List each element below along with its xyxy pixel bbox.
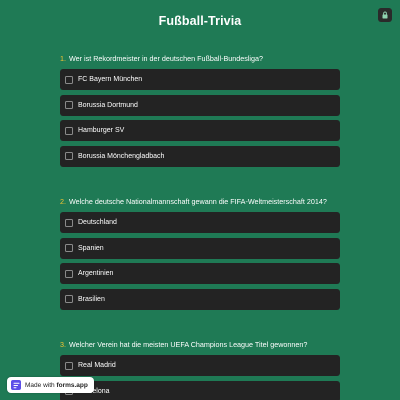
checkbox[interactable] xyxy=(65,269,73,278)
option-label: FC Bayern München xyxy=(78,76,143,83)
option-deutschland[interactable]: Deutschland xyxy=(60,212,340,233)
option-fc-bayern-muenchen[interactable]: FC Bayern München xyxy=(60,69,340,90)
question-label: Wer ist Rekordmeister in der deutschen F… xyxy=(69,54,264,63)
option-label: Brasilien xyxy=(78,295,105,303)
made-with-forms-app-badge[interactable]: Made with forms.app xyxy=(7,377,94,393)
badge-text: Made with forms.app xyxy=(25,382,88,389)
checkbox[interactable] xyxy=(65,244,73,253)
option-label: Deutschland xyxy=(78,219,117,226)
option-label: Borussia Mönchengladbach xyxy=(78,152,165,160)
option-label: Real Madrid xyxy=(78,362,116,369)
question-text: 3. Welcher Verein hat die meisten UEFA Ch… xyxy=(60,340,340,350)
question-number: 2. xyxy=(60,197,66,206)
question-label: Welche deutsche Nationalmannschaft gewan… xyxy=(69,197,327,206)
option-spanien[interactable]: Spanien xyxy=(60,237,340,259)
option-label: Spanien xyxy=(78,244,104,252)
option-argentinien[interactable]: Argentinien xyxy=(60,263,340,285)
checkbox[interactable] xyxy=(65,361,73,370)
page-title: Fußball-Trivia xyxy=(158,14,242,28)
question-text: 2. Welche deutsche Nationalmannschaft gew… xyxy=(60,197,340,207)
option-barcelona[interactable]: Barcelona xyxy=(60,380,340,400)
forms-app-logo-icon xyxy=(11,380,21,390)
question-1: 1. Wer ist Rekordmeister in der deutschen… xyxy=(60,54,340,171)
checkbox[interactable] xyxy=(65,218,73,227)
option-label: Hamburger SV xyxy=(78,127,125,135)
option-borussia-dortmund[interactable]: Borussia Dortmund xyxy=(60,94,340,116)
badge-prefix: Made with xyxy=(25,381,55,389)
question-2: 2. Welche deutsche Nationalmannschaft gew… xyxy=(60,197,340,314)
question-number: 1. xyxy=(60,54,66,63)
checkbox[interactable] xyxy=(65,75,73,84)
option-label: Argentinien xyxy=(78,270,114,278)
checkbox[interactable] xyxy=(65,295,73,304)
badge-brand: forms.app xyxy=(56,381,88,389)
question-text: 1. Wer ist Rekordmeister in der deutschen… xyxy=(60,54,340,64)
option-real-madrid[interactable]: Real Madrid xyxy=(60,355,340,376)
page: Fußball-Trivia 1. Wer ist Rekordmeister i… xyxy=(0,0,400,400)
checkbox[interactable] xyxy=(65,101,73,110)
option-brasilien[interactable]: Brasilien xyxy=(60,288,340,310)
option-label: Borussia Dortmund xyxy=(78,101,138,109)
option-hamburger-sv[interactable]: Hamburger SV xyxy=(60,120,340,142)
option-borussia-moenchengladbach[interactable]: Borussia Mönchengladbach xyxy=(60,145,340,167)
checkbox[interactable] xyxy=(65,152,73,161)
question-label: Welcher Verein hat die meisten UEFA Cham… xyxy=(69,340,308,349)
question-3: 3. Welcher Verein hat die meisten UEFA Ch… xyxy=(60,340,340,400)
question-number: 3. xyxy=(60,340,66,349)
checkbox[interactable] xyxy=(65,126,73,135)
